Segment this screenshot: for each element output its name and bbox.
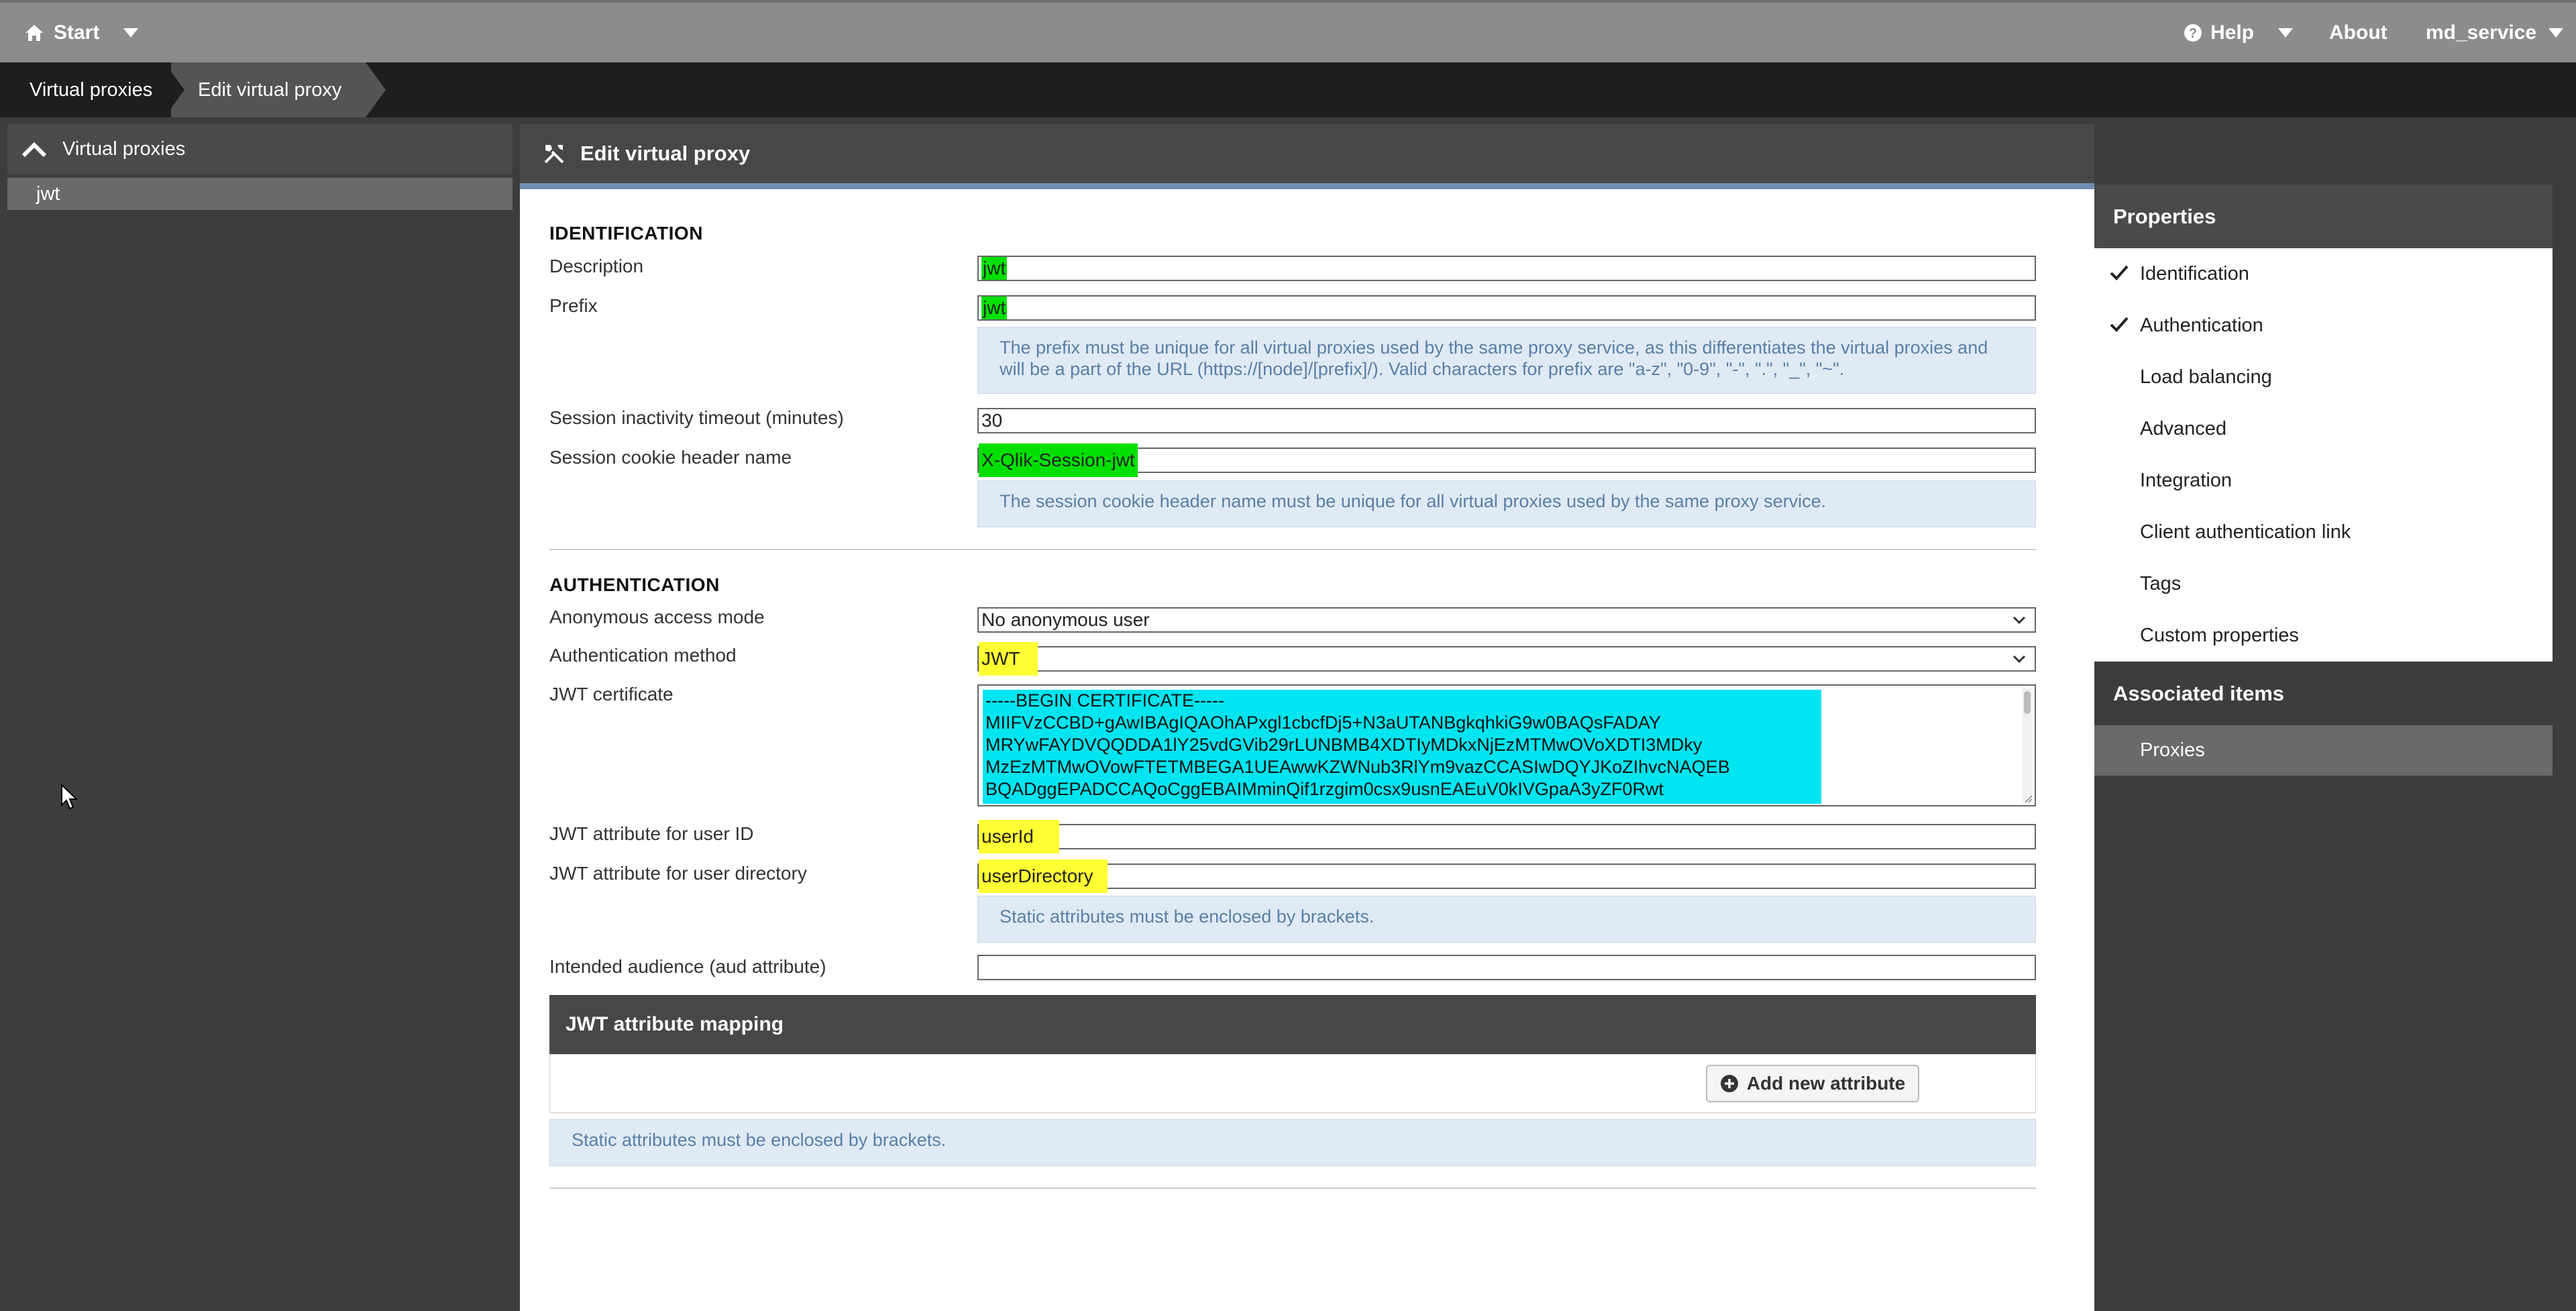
caret-down-icon [2278, 28, 2294, 38]
add-new-attribute-button[interactable]: Add new attribute [1706, 1065, 1919, 1102]
description-input[interactable]: jwt [977, 256, 2036, 281]
chevron-down-icon [2012, 655, 2026, 664]
jwt-mapping-header: JWT attribute mapping [549, 995, 2036, 1054]
static-attributes-info: Static attributes must be enclosed by br… [977, 896, 2036, 943]
check-icon [2110, 265, 2129, 280]
property-advanced[interactable]: Advanced [2094, 403, 2553, 455]
jwt-certificate-value: -----BEGIN CERTIFICATE----- MIIFVzCCBD+g… [983, 690, 1821, 804]
breadcrumb: Virtual proxies Edit virtual proxy [0, 62, 2576, 117]
tools-icon [544, 145, 564, 164]
jwt-userid-value: userId [979, 820, 1059, 853]
property-label: Identification [2140, 263, 2249, 284]
audience-input[interactable] [977, 955, 2036, 980]
timeout-input[interactable]: 30 [977, 408, 2036, 433]
resize-handle-icon[interactable] [2024, 794, 2033, 804]
properties-panel: Properties Identification Authentication… [2094, 185, 2553, 776]
mapping-info: Static attributes must be enclosed by br… [549, 1119, 2036, 1166]
anonymous-access-label: Anonymous access mode [549, 607, 765, 627]
cookie-input[interactable]: X-Qlik-Session-jwt [977, 443, 2036, 477]
property-custom-properties[interactable]: Custom properties [2094, 610, 2553, 662]
about-link[interactable]: About [2329, 3, 2387, 62]
breadcrumb-edit-virtual-proxy[interactable]: Edit virtual proxy [198, 62, 341, 117]
caret-down-icon [2548, 28, 2564, 38]
cookie-label: Session cookie header name [549, 447, 792, 468]
jwt-userdir-input[interactable]: userDirectory [977, 859, 2036, 893]
property-client-auth-link[interactable]: Client authentication link [2094, 507, 2553, 558]
plus-circle-icon [1720, 1075, 1738, 1092]
sidebar: Virtual proxies jwt [7, 124, 513, 210]
main-header: Edit virtual proxy [520, 124, 2094, 183]
home-icon [25, 24, 43, 41]
property-label: Custom properties [2140, 625, 2299, 646]
page-title: Edit virtual proxy [580, 142, 751, 165]
sidebar-header[interactable]: Virtual proxies [7, 124, 513, 174]
property-label: Tags [2140, 573, 2182, 594]
breadcrumb-virtual-proxies[interactable]: Virtual proxies [30, 62, 152, 117]
help-label: Help [2210, 21, 2255, 44]
property-label: Load balancing [2140, 366, 2272, 388]
add-new-attribute-label: Add new attribute [1746, 1073, 1906, 1094]
textarea-scrollbar-thumb[interactable] [2024, 691, 2031, 714]
cookie-value: X-Qlik-Session-jwt [979, 443, 1138, 477]
timeout-value: 30 [981, 410, 1003, 431]
mouse-cursor-icon [61, 784, 78, 810]
property-load-balancing[interactable]: Load balancing [2094, 352, 2553, 403]
jwt-userdir-value: userDirectory [979, 859, 1108, 893]
help-icon: ? [2184, 23, 2202, 42]
top-bar: Start ? Help About md_service [0, 0, 2576, 62]
about-label: About [2329, 21, 2387, 44]
property-label: Authentication [2140, 315, 2263, 336]
bottom-divider [549, 1188, 2036, 1189]
jwt-userdir-label: JWT attribute for user directory [549, 863, 807, 884]
associated-items-header: Associated items [2094, 662, 2553, 725]
prefix-input[interactable]: jwt [977, 295, 2036, 321]
property-label: Client authentication link [2140, 521, 2351, 543]
caret-down-icon [123, 28, 139, 38]
auth-method-value: JWT [979, 642, 1038, 676]
property-authentication[interactable]: Authentication [2094, 300, 2553, 352]
header-accent [520, 183, 2094, 189]
user-menu[interactable]: md_service [2426, 3, 2564, 62]
property-label: Advanced [2140, 418, 2226, 439]
chevron-up-icon [21, 142, 47, 157]
property-identification[interactable]: Identification [2094, 248, 2553, 300]
sidebar-header-label: Virtual proxies [62, 138, 186, 160]
jwt-userid-input[interactable]: userId [977, 820, 2036, 853]
properties-list: Identification Authentication Load balan… [2094, 248, 2553, 662]
help-menu[interactable]: ? Help [2184, 3, 2294, 62]
auth-method-select[interactable]: JWT [977, 642, 2036, 676]
prefix-label: Prefix [549, 295, 598, 316]
associated-item-proxies[interactable]: Proxies [2094, 725, 2553, 776]
property-label: Integration [2140, 470, 2233, 491]
audience-label: Intended audience (aud attribute) [549, 956, 826, 977]
timeout-label: Session inactivity timeout (minutes) [549, 407, 844, 428]
prefix-value: jwt [981, 297, 1008, 319]
start-menu[interactable]: Start [24, 3, 139, 62]
auth-method-label: Authentication method [549, 645, 737, 666]
start-label: Start [54, 21, 100, 44]
check-icon [2110, 317, 2129, 332]
section-divider [549, 549, 2036, 550]
svg-text:?: ? [2189, 26, 2197, 41]
anonymous-access-select[interactable]: No anonymous user [977, 607, 2036, 633]
breadcrumb-separator [164, 62, 184, 117]
prefix-info: The prefix must be unique for all virtua… [977, 327, 2036, 394]
jwt-userid-label: JWT attribute for user ID [549, 823, 754, 844]
description-value: jwt [981, 257, 1008, 280]
chevron-down-icon [2012, 616, 2026, 625]
description-label: Description [549, 256, 644, 276]
anonymous-access-value: No anonymous user [981, 609, 1150, 630]
user-label: md_service [2426, 21, 2537, 44]
section-authentication: AUTHENTICATION [549, 574, 720, 595]
cookie-info: The session cookie header name must be u… [977, 480, 2036, 527]
section-identification: IDENTIFICATION [549, 223, 703, 244]
jwt-certificate-textarea[interactable]: -----BEGIN CERTIFICATE----- MIIFVzCCBD+g… [977, 684, 2036, 806]
property-tags[interactable]: Tags [2094, 558, 2553, 610]
main-panel: Edit virtual proxy IDENTIFICATION Descri… [520, 124, 2094, 1311]
sidebar-item-jwt[interactable]: jwt [7, 178, 513, 210]
jwt-certificate-label: JWT certificate [549, 684, 674, 704]
properties-header: Properties [2094, 185, 2553, 248]
property-integration[interactable]: Integration [2094, 455, 2553, 507]
